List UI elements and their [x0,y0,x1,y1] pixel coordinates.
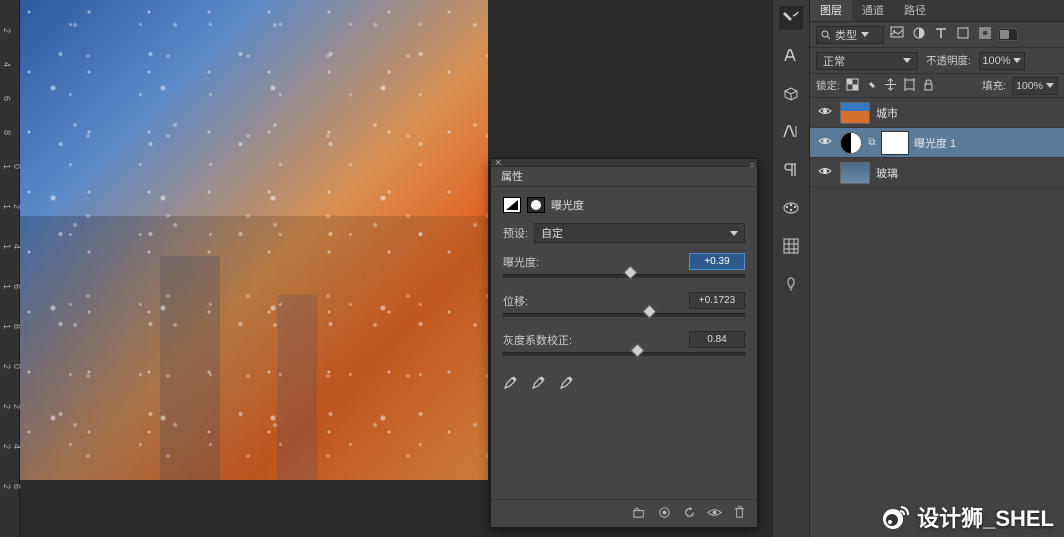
layers-panel: 图层 通道 路径 类型 正常 不透明度: 100% 锁定: [810,0,1064,537]
panel-dock-strip [772,0,810,537]
gamma-slider-label: 灰度系数校正: [503,332,572,348]
delete-icon[interactable] [732,505,747,523]
properties-panel: × ≡ 属性 曝光度 预设: 自定 曝光度: 位移: [490,158,758,528]
blend-mode-dropdown[interactable]: 正常 [816,52,918,70]
chevron-down-icon [730,231,738,236]
lock-pixels-icon[interactable] [865,78,878,94]
chevron-down-icon [903,58,911,63]
filter-type-dropdown[interactable]: 类型 [816,26,884,44]
layer-name-label: 曝光度 1 [914,135,956,151]
eyedropper-white-icon[interactable] [559,374,575,393]
paragraph-icon[interactable] [779,158,803,182]
layer-row[interactable]: 城市 [810,98,1064,128]
visibility-toggle[interactable] [816,106,834,119]
offset-input[interactable] [689,292,745,309]
lock-transparent-icon[interactable] [846,78,859,94]
layer-thumbnail [840,162,870,184]
opacity-label: 不透明度: [926,53,971,68]
link-icon: ⧉ [868,137,876,148]
exposure-input[interactable] [689,253,745,270]
layer-row[interactable]: 玻璃 [810,158,1064,188]
panel-grip-icon[interactable]: ≡ [750,160,753,170]
gamma-slider[interactable] [503,352,745,356]
watermark: 设计狮_SHEL [881,501,1054,533]
mask-thumbnail [882,132,908,154]
filter-smart-icon[interactable] [978,26,992,43]
lock-all-icon[interactable] [922,78,935,94]
lock-label: 锁定: [816,78,840,93]
tab-layers[interactable]: 图层 [810,0,852,21]
offset-slider[interactable] [503,313,745,317]
chevron-down-icon [1046,83,1054,88]
lock-artboard-icon[interactable] [903,78,916,94]
offset-slider-label: 位移: [503,293,528,309]
tab-paths[interactable]: 路径 [894,0,936,21]
panel-title: 属性 [491,167,757,187]
swatches-icon[interactable] [779,196,803,220]
eyedropper-gray-icon[interactable] [531,374,547,393]
chevron-down-icon [1013,58,1021,63]
actions-tool-icon[interactable] [779,6,803,30]
toggle-visibility-icon[interactable] [707,505,722,523]
exposure-adjustment-icon [503,197,521,213]
weibo-logo-icon [881,502,911,532]
tips-icon[interactable] [779,272,803,296]
3d-tool-icon[interactable] [779,82,803,106]
filter-shape-icon[interactable] [956,26,970,43]
adjustment-thumbnail [840,132,862,154]
preset-dropdown[interactable]: 自定 [534,223,745,243]
filter-type-icon[interactable] [934,26,948,43]
layer-mask-icon [527,197,545,213]
layer-row[interactable]: ⧉ 曝光度 1 [810,128,1064,158]
chevron-down-icon [861,32,869,37]
canvas-document[interactable] [20,0,488,480]
lock-position-icon[interactable] [884,78,897,94]
filter-toggle[interactable] [998,28,1018,41]
visibility-toggle[interactable] [816,136,834,149]
visibility-toggle[interactable] [816,166,834,179]
layer-name-label: 城市 [876,105,898,121]
filter-adjust-icon[interactable] [912,26,926,43]
fill-label: 填充: [982,78,1006,93]
fill-dropdown[interactable]: 100% [1012,77,1058,95]
close-icon[interactable]: × [495,157,501,169]
align-left-icon[interactable] [779,120,803,144]
search-icon [821,30,831,40]
filter-pixel-icon[interactable] [890,26,904,43]
grid-icon[interactable] [779,234,803,258]
layer-thumbnail [840,102,870,124]
ruler-vertical: 24 68 1012 1416 1820 2224 26 [0,0,20,537]
tab-channels[interactable]: 通道 [852,0,894,21]
layer-name-label: 玻璃 [876,165,898,181]
exposure-slider[interactable] [503,274,745,278]
view-previous-icon[interactable] [657,505,672,523]
gamma-input[interactable] [689,331,745,348]
character-tool-icon[interactable] [779,44,803,68]
opacity-dropdown[interactable]: 100% [979,52,1025,70]
reset-icon[interactable] [682,505,697,523]
clip-to-layer-icon[interactable] [632,505,647,523]
preset-label: 预设: [503,225,528,241]
adjustment-type-label: 曝光度 [551,197,584,213]
exposure-slider-label: 曝光度: [503,254,539,270]
eyedropper-black-icon[interactable] [503,374,519,393]
